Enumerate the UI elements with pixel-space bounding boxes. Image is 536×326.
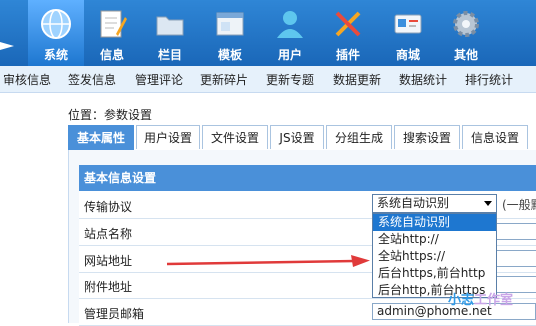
subnav-item[interactable]: 排行统计 [465, 71, 513, 88]
protocol-option[interactable]: 全站https:// [373, 248, 496, 265]
watermark-part: 小志 [448, 293, 475, 308]
watermark: 小志工作室 [448, 289, 513, 308]
nav-item-template[interactable]: 模板 [202, 0, 258, 66]
nav-label: 插件 [335, 48, 360, 62]
annotation-arrow-icon [166, 255, 370, 267]
nav-item-other[interactable]: 其他 [438, 0, 494, 66]
nav-label: 模板 [217, 48, 242, 62]
nav-item-shop[interactable]: 商城 [380, 0, 436, 66]
subnav-item[interactable]: 更新碎片 [200, 71, 248, 88]
settings-tabs: 基本属性 用户设置 文件设置 JS设置 分组生成 搜索设置 信息设置 [68, 125, 536, 151]
field-label: 传输协议 [84, 200, 133, 214]
field-label: 站点名称 [84, 227, 133, 241]
sub-navigation-bar: 审核信息 签发信息 管理评论 更新碎片 更新专题 数据更新 数据统计 排行统计 [0, 66, 536, 93]
nav-label: 用户 [277, 48, 302, 62]
tab-js[interactable]: JS设置 [270, 125, 324, 149]
subnav-item[interactable]: 审核信息 [3, 71, 51, 88]
protocol-option[interactable]: 全站http:// [373, 231, 496, 248]
field-label: 附件地址 [84, 280, 133, 294]
panel-title: 基本信息设置 [79, 165, 536, 191]
globe-icon [41, 9, 71, 39]
nav-item-user[interactable]: 用户 [262, 0, 318, 66]
nav-label: 系统 [43, 48, 68, 62]
field-label: 管理员邮箱 [84, 307, 145, 321]
protocol-option[interactable]: 系统自动识别 [373, 214, 496, 231]
chevron-down-icon [484, 201, 492, 206]
subnav-item[interactable]: 数据更新 [333, 71, 381, 88]
card-icon [394, 14, 422, 34]
tab-info[interactable]: 信息设置 [462, 125, 528, 149]
document-pen-icon [100, 10, 127, 38]
field-label: 网站地址 [84, 254, 133, 268]
nav-label: 信息 [99, 48, 124, 62]
tab-user[interactable]: 用户设置 [136, 125, 200, 149]
watermark-part: 工作室 [474, 293, 514, 308]
nav-collapse-arrow-icon[interactable] [0, 42, 14, 50]
user-icon [277, 11, 303, 38]
breadcrumb: 位置：参数设置 [68, 108, 153, 122]
protocol-selected-value: 系统自动识别 [377, 196, 450, 210]
protocol-option[interactable]: 后台https,前台http [373, 265, 496, 282]
subnav-item[interactable]: 更新专题 [266, 71, 314, 88]
gear-icon [453, 11, 479, 37]
top-navigation-bar: 系统 信息 栏目 模板 用户 插件 商城 其他 [0, 0, 536, 66]
nav-item-column[interactable]: 栏目 [142, 0, 198, 66]
template-window-icon [216, 12, 244, 36]
nav-label: 商城 [395, 48, 420, 62]
nav-item-system[interactable]: 系统 [28, 0, 84, 66]
protocol-dropdown-list: 系统自动识别 全站http:// 全站https:// 后台https,前台ht… [372, 213, 497, 298]
tab-search[interactable]: 搜索设置 [394, 125, 460, 149]
nav-item-plugin[interactable]: 插件 [320, 0, 376, 66]
subnav-item[interactable]: 管理评论 [135, 71, 183, 88]
nav-label: 栏目 [157, 48, 182, 62]
protocol-select[interactable]: 系统自动识别 [372, 194, 497, 213]
nav-label: 其他 [453, 48, 478, 62]
protocol-hint: (一般默 [502, 198, 536, 212]
tools-icon [335, 11, 361, 37]
tab-basic[interactable]: 基本属性 [68, 125, 134, 150]
subnav-item[interactable]: 签发信息 [68, 71, 116, 88]
folder-icon [156, 16, 184, 36]
tab-group[interactable]: 分组生成 [326, 125, 392, 149]
nav-item-info[interactable]: 信息 [84, 0, 140, 66]
tab-file[interactable]: 文件设置 [202, 125, 268, 149]
subnav-item[interactable]: 数据统计 [399, 71, 447, 88]
